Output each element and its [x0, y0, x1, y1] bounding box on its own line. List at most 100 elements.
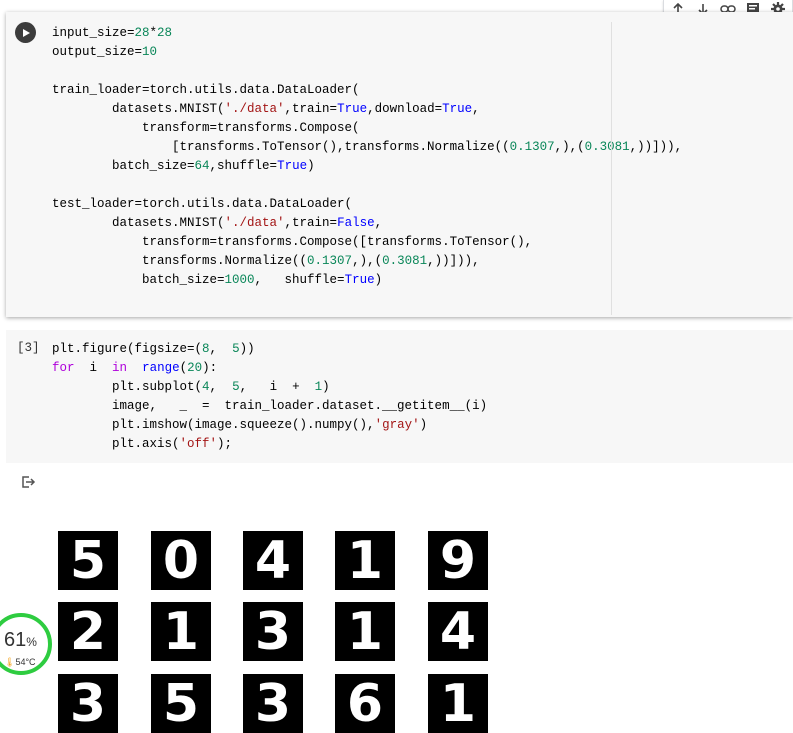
code-line: batch_size=64,shuffle=True) [52, 157, 682, 176]
code-token: test_loader=torch.utils.data.DataLoader( [52, 197, 353, 211]
code-token: ,),( [352, 254, 383, 268]
code-line: plt.figure(figsize=(8, 5)) [52, 340, 487, 359]
code-token: , [374, 216, 383, 230]
digit-label: 5 [162, 674, 200, 733]
code-line: datasets.MNIST('./data',train=True,downl… [52, 100, 682, 119]
code-token: ( [179, 361, 188, 375]
code-token: input_size= [52, 26, 135, 40]
code-token: , shuffle= [254, 273, 345, 287]
mnist-digit-image: 3 [58, 674, 118, 733]
code-token: 5 [232, 380, 240, 394]
code-token: 4 [202, 380, 210, 394]
digit-label: 9 [439, 531, 477, 590]
code-token: 64 [194, 159, 210, 173]
code-token: plt.subplot( [52, 380, 203, 394]
code-line: test_loader=torch.utils.data.DataLoader( [52, 195, 682, 214]
code-line: transform=transforms.Compose( [52, 119, 682, 138]
code-token: ,download= [367, 102, 443, 116]
code-token: , [209, 380, 233, 394]
digit-label: 6 [346, 674, 384, 733]
cpu-percent: 61% [4, 629, 37, 651]
code-token: True [344, 273, 375, 287]
mnist-digit-image: 3 [243, 674, 303, 733]
digit-label: 0 [162, 531, 200, 590]
code-token: , [209, 342, 233, 356]
code-token: 0.3081 [382, 254, 428, 268]
execution-count: [3] [17, 341, 40, 355]
play-icon [22, 28, 30, 37]
code-token: 8 [202, 342, 210, 356]
digit-label: 3 [254, 674, 292, 733]
code-token: for [52, 361, 75, 375]
code-token: ) [374, 273, 383, 287]
digit-label: 4 [439, 602, 477, 661]
code-token: 'off' [179, 437, 218, 451]
code-line: datasets.MNIST('./data',train=False, [52, 214, 682, 233]
code-token: './data' [224, 216, 285, 230]
mnist-digit-image: 5 [151, 674, 211, 733]
code-line: batch_size=1000, shuffle=True) [52, 271, 682, 290]
code-token: 10 [142, 45, 158, 59]
code-line: [transforms.ToTensor(),transforms.Normal… [52, 138, 682, 157]
code-token: 0.1307 [307, 254, 353, 268]
code-token: [transforms.ToTensor(),transforms.Normal… [52, 140, 510, 154]
code-token: ,))])), [629, 140, 683, 154]
code-token: 1 [314, 380, 323, 394]
digit-label: 5 [69, 531, 107, 590]
code-token: True [337, 102, 368, 116]
code-token: image, _ = train_loader.dataset.__getite… [52, 399, 488, 413]
code-token: 20 [187, 361, 203, 375]
code-token: , [472, 102, 480, 116]
code-line: input_size=28*28 [52, 24, 682, 43]
code-token: plt.axis( [52, 437, 180, 451]
mnist-digit-image: 1 [428, 674, 488, 733]
code-cell-1[interactable]: input_size=28*28 output_size=10 train_load… [6, 12, 793, 317]
code-token: datasets.MNIST( [52, 216, 225, 230]
system-monitor-widget[interactable]: 61% 🌡54°C [0, 613, 52, 675]
digit-label: 1 [346, 602, 384, 661]
code-token: in [112, 361, 128, 375]
code-token: ,),( [554, 140, 585, 154]
code-token: ,train= [284, 102, 338, 116]
code-token: ) [307, 159, 315, 173]
code-token: './data' [224, 102, 285, 116]
code-line: plt.subplot(4, 5, i + 1) [52, 378, 487, 397]
output-redirect-icon[interactable] [20, 474, 36, 495]
digit-label: 1 [162, 602, 200, 661]
code-token: range [142, 361, 180, 375]
mnist-digit-image: 5 [58, 531, 118, 590]
digit-label: 3 [69, 674, 107, 733]
code-token: ,))])), [427, 254, 480, 268]
code-line: plt.imshow(image.squeeze().numpy(),'gray… [52, 416, 487, 435]
code-token: 28 [157, 26, 173, 40]
code-token: ,shuffle= [209, 159, 278, 173]
code-token: ) [322, 380, 330, 394]
code-line: transform=transforms.Compose([transforms… [52, 233, 682, 252]
code-token: True [277, 159, 308, 173]
code-token: transforms.Normalize(( [52, 254, 308, 268]
run-cell-button[interactable] [15, 22, 36, 43]
digit-label: 1 [439, 674, 477, 733]
code-token: datasets.MNIST( [52, 102, 225, 116]
mnist-digit-image: 6 [335, 674, 395, 733]
digit-label: 4 [254, 531, 292, 590]
code-token: False [337, 216, 375, 230]
code-token: batch_size= [52, 159, 195, 173]
mnist-digit-image: 4 [243, 531, 303, 590]
digit-label: 2 [69, 602, 107, 661]
code-token: 'gray' [374, 418, 420, 432]
code-line: train_loader=torch.utils.data.DataLoader… [52, 81, 682, 100]
code-token: ) [419, 418, 428, 432]
mnist-digit-image: 1 [335, 602, 395, 661]
code-cell-2[interactable]: [3] plt.figure(figsize=(8, 5)) for i in r… [6, 330, 793, 463]
mnist-digit-image: 0 [151, 531, 211, 590]
code-editor[interactable]: plt.figure(figsize=(8, 5)) for i in range… [52, 340, 487, 454]
code-token: plt.figure(figsize=( [52, 342, 203, 356]
code-token: i [74, 361, 113, 375]
mnist-digit-image: 2 [58, 602, 118, 661]
code-line: image, _ = train_loader.dataset.__getite… [52, 397, 487, 416]
code-token: train_loader=torch.utils.data.DataLoader… [52, 83, 360, 97]
code-editor[interactable]: input_size=28*28 output_size=10 train_load… [52, 24, 682, 290]
code-token: 0.3081 [584, 140, 630, 154]
